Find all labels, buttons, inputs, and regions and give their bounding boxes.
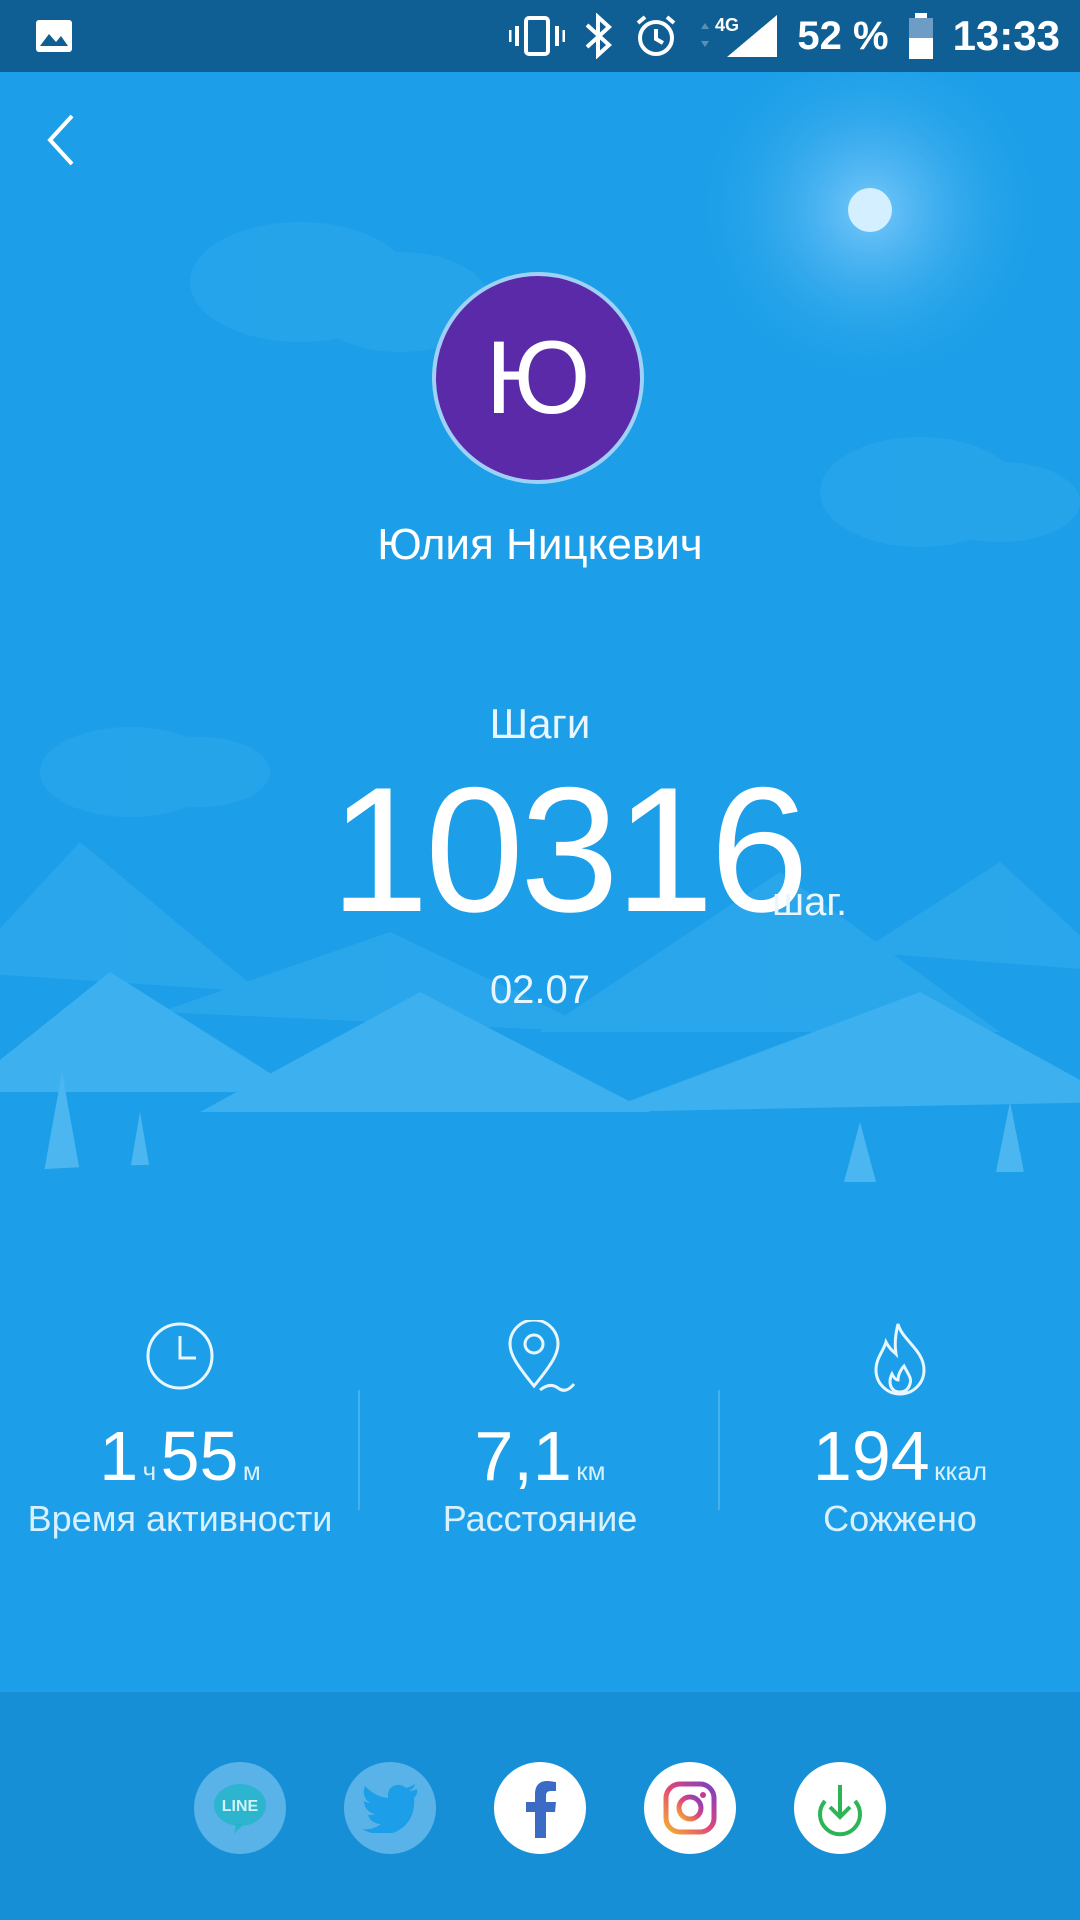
download-button[interactable] xyxy=(794,1762,886,1854)
calories-number: 194 xyxy=(812,1417,930,1495)
download-icon xyxy=(818,1785,862,1837)
active-time-hours-unit: ч xyxy=(142,1456,157,1486)
back-arrow-icon[interactable] xyxy=(40,112,90,172)
steps-count: 10316 xyxy=(330,750,809,949)
user-name: Юлия Ницкевич xyxy=(377,520,703,569)
stat-calories: 194 ккал Сожжено xyxy=(720,1320,1080,1560)
distance-unit: км xyxy=(576,1456,606,1486)
bluetooth-icon xyxy=(586,13,613,59)
active-time-minutes-unit: м xyxy=(242,1456,261,1486)
active-time-label: Время активности xyxy=(27,1498,333,1539)
distance-label: Расстояние xyxy=(442,1498,638,1539)
steps-unit: шаг. xyxy=(772,880,848,924)
share-line-button[interactable]: LINE xyxy=(194,1762,286,1854)
clock-icon xyxy=(146,1322,214,1390)
status-bar: 4G 52 % 13:33 xyxy=(0,0,1080,72)
active-time-value: 1 ч 55 м xyxy=(0,1416,360,1496)
instagram-icon xyxy=(663,1781,717,1835)
battery-icon xyxy=(908,13,933,59)
avatar[interactable]: Ю xyxy=(432,272,644,484)
active-time-minutes: 55 xyxy=(160,1417,239,1495)
share-facebook-button[interactable] xyxy=(494,1762,586,1854)
clock: 13:33 xyxy=(952,12,1060,59)
flame-icon xyxy=(874,1323,926,1396)
vibrate-icon xyxy=(509,16,566,56)
alarm-icon xyxy=(637,15,676,56)
sun xyxy=(848,188,892,232)
network-type: 4G xyxy=(715,15,739,35)
twitter-icon xyxy=(362,1784,418,1833)
distance-value: 7,1 км xyxy=(360,1416,720,1496)
avatar-initial: Ю xyxy=(485,319,591,436)
share-instagram-button[interactable] xyxy=(644,1762,736,1854)
location-pin-icon xyxy=(508,1320,576,1392)
active-time-hours: 1 xyxy=(99,1417,139,1495)
image-icon xyxy=(36,20,72,52)
distance-number: 7,1 xyxy=(474,1417,572,1495)
calories-value: 194 ккал xyxy=(720,1416,1080,1496)
battery-percent: 52 % xyxy=(797,13,889,58)
steps-label: Шаги xyxy=(489,700,591,747)
share-twitter-button[interactable] xyxy=(344,1762,436,1854)
calories-label: Сожжено xyxy=(823,1498,977,1539)
steps-date: 02.07 xyxy=(489,968,591,1012)
signal-icon: 4G xyxy=(701,15,778,57)
facebook-icon xyxy=(526,1781,556,1838)
line-label: LINE xyxy=(222,1798,259,1815)
stat-distance: 7,1 км Расстояние xyxy=(360,1320,720,1560)
stat-active-time: 1 ч 55 м Время активности xyxy=(0,1320,360,1560)
line-icon: LINE xyxy=(214,1784,266,1834)
calories-unit: ккал xyxy=(934,1456,988,1486)
